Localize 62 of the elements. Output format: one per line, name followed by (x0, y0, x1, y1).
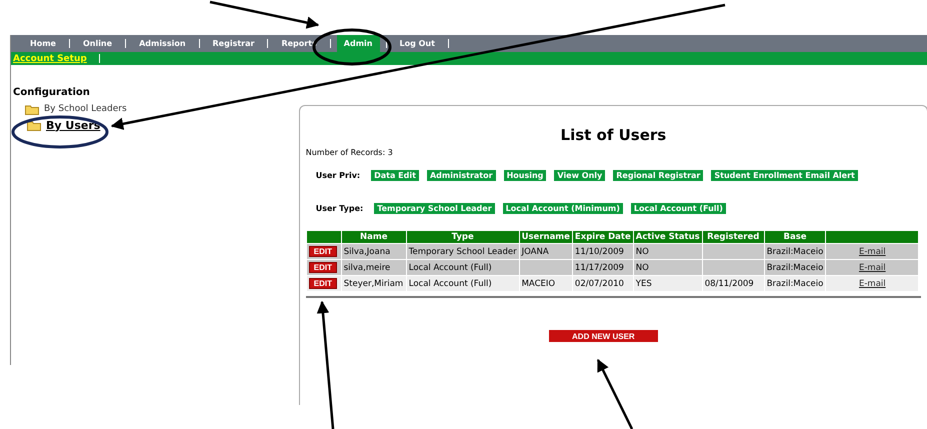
table-cell: Silva,Joana (342, 244, 406, 259)
filter-chip[interactable]: Data Edit (371, 170, 419, 181)
edit-button[interactable]: EDIT (308, 246, 337, 257)
table-cell: Steyer,Miriam (342, 276, 406, 291)
table-cell: MACEIO (520, 276, 572, 291)
panel-title: List of Users (560, 126, 668, 144)
table-cell: Brazil:Maceio (764, 260, 826, 275)
table-cell: YES (634, 276, 702, 291)
table-cell: 11/17/2009 (572, 260, 633, 275)
column-header: Name (342, 231, 406, 243)
filter-chip[interactable]: Administrator (426, 170, 496, 181)
record-count: Number of Records: 3 (306, 148, 394, 157)
table-cell: Temporary School Leader (406, 244, 519, 259)
table-cell: Local Account (Full) (406, 276, 519, 291)
email-link[interactable]: E-mail (858, 278, 886, 288)
sidebar-item[interactable]: By School Leaders (44, 104, 127, 114)
column-header: Expire Date (572, 231, 633, 243)
folder-icon (27, 120, 41, 130)
column-header: Base (764, 231, 826, 243)
table-cell (702, 260, 764, 275)
sub-nav-link[interactable]: Account Setup (13, 54, 87, 64)
filter-chip[interactable]: View Only (554, 170, 606, 181)
table-cell: NO (634, 260, 702, 275)
nav-tab[interactable]: Admission (132, 35, 193, 52)
table-cell: 11/10/2009 (572, 244, 633, 259)
filter-chip[interactable]: Local Account (Minimum) (502, 203, 623, 214)
filter-chip[interactable]: Student Enrollment Email Alert (711, 170, 858, 181)
nav-tab[interactable]: Log Out (392, 35, 442, 52)
table-cell (520, 260, 572, 275)
column-header: Active Status (634, 231, 702, 243)
edit-button[interactable]: EDIT (308, 278, 337, 289)
edit-button[interactable]: EDIT (308, 262, 337, 273)
column-header: Type (406, 231, 519, 243)
sidebar-item[interactable]: By Users (46, 118, 100, 132)
email-link[interactable]: E-mail (858, 262, 886, 272)
column-header: Username (520, 231, 572, 243)
table-cell: Brazil:Maceio (764, 276, 826, 291)
filter-label: User Priv: (316, 171, 360, 180)
table-cell: NO (634, 244, 702, 259)
filter-chip[interactable]: Local Account (Full) (630, 203, 726, 214)
table-cell: 02/07/2010 (572, 276, 633, 291)
table-cell (702, 244, 764, 259)
nav-tab[interactable]: Home (23, 35, 63, 52)
folder-icon (25, 104, 39, 114)
filter-chip[interactable]: Housing (504, 170, 546, 181)
email-link[interactable]: E-mail (858, 246, 886, 256)
sidebar-title: Configuration (13, 87, 91, 98)
filter-label: User Type: (316, 204, 364, 213)
nav-tab[interactable]: Admin (336, 35, 380, 52)
filter-chip[interactable]: Regional Registrar (613, 170, 704, 181)
table-cell: Local Account (Full) (406, 260, 519, 275)
filter-chip[interactable]: Temporary School Leader (374, 203, 495, 214)
table-header (306, 231, 341, 243)
nav-tab[interactable]: Online (76, 35, 120, 52)
column-header: Registered (702, 231, 764, 243)
table-cell: 08/11/2009 (702, 276, 764, 291)
table-cell: silva,meire (342, 260, 406, 275)
nav-tab[interactable]: Registrar (206, 35, 262, 52)
add-user-button[interactable]: ADD NEW USER (548, 330, 658, 342)
annotation-arrow (596, 358, 634, 429)
table-cell: JOANA (520, 244, 572, 259)
table-cell: Brazil:Maceio (764, 244, 826, 259)
